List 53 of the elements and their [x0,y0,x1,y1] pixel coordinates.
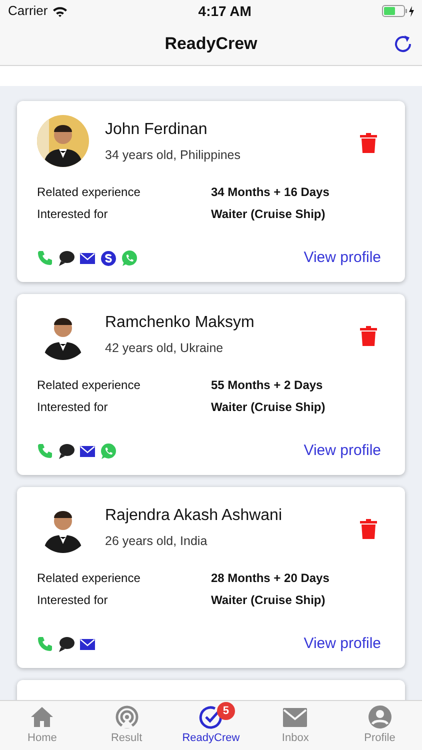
candidate-info: 42 years old, Ukraine [105,340,224,357]
detail-value: 34 Months + 16 Days [211,185,330,199]
candidate-name: Ramchenko Maksym [105,312,256,333]
candidate-info: 26 years old, India [105,532,208,550]
contact-button[interactable] [58,442,75,460]
view-profile-link[interactable]: View profile [304,633,381,656]
chat-bubble-icon [58,636,75,653]
phone-icon [37,442,54,460]
candidate-name: Rajendra Akash Ashwani [105,506,283,526]
mail-icon [282,705,308,730]
notification-badge: 5 [216,702,235,720]
detail-label: Interested for [37,207,108,221]
phone-icon [37,250,54,267]
detail-value: Waiter (Cruise Ship) [211,207,326,221]
tab-item[interactable]: ReadyCrew 5 [168,701,254,750]
detail-value: Waiter (Cruise Ship) [211,593,326,607]
profile-icon [366,705,393,730]
detail-label: Related experience [37,378,140,392]
detail-value: 55 Months + 2 Days [211,378,323,392]
refresh-icon [394,34,414,54]
detail-label: Interested for [37,400,108,414]
phone-icon [37,636,54,653]
view-profile-link[interactable]: View profile [304,440,381,462]
view-profile-link[interactable]: View profile [304,247,381,270]
radar-icon [114,705,140,730]
trash-icon [360,326,377,346]
candidate-name: John Ferdinan [105,120,208,140]
battery-icon [382,5,414,17]
screen-title: ReadyCrew [164,32,258,55]
status-time: 4:17 AM [198,2,252,20]
detail-label: Related experience [37,571,140,585]
trash-icon [360,132,377,153]
chat-bubble-icon [58,250,75,267]
whatsapp-icon [100,442,117,460]
check-circle-icon [198,705,224,730]
home-icon [29,705,56,730]
wifi-icon [52,5,68,17]
delete-button[interactable] [360,517,377,541]
detail-value: 28 Months + 20 Days [211,571,330,585]
trash-icon [360,518,377,539]
skype-icon [100,250,117,267]
delete-button[interactable] [360,324,377,348]
contact-button[interactable] [58,250,75,267]
whatsapp-icon [121,250,138,267]
detail-label: Related experience [37,185,140,199]
detail-label: Interested for [37,593,108,607]
contact-button[interactable] [100,250,117,267]
contact-button[interactable] [58,636,75,653]
delete-button[interactable] [360,131,377,155]
chat-bubble-icon [58,442,75,460]
detail-value: Waiter (Cruise Ship) [211,400,326,414]
carrier-name: Carrier [8,2,48,20]
candidate-info: 34 years old, Philippines [105,146,242,164]
